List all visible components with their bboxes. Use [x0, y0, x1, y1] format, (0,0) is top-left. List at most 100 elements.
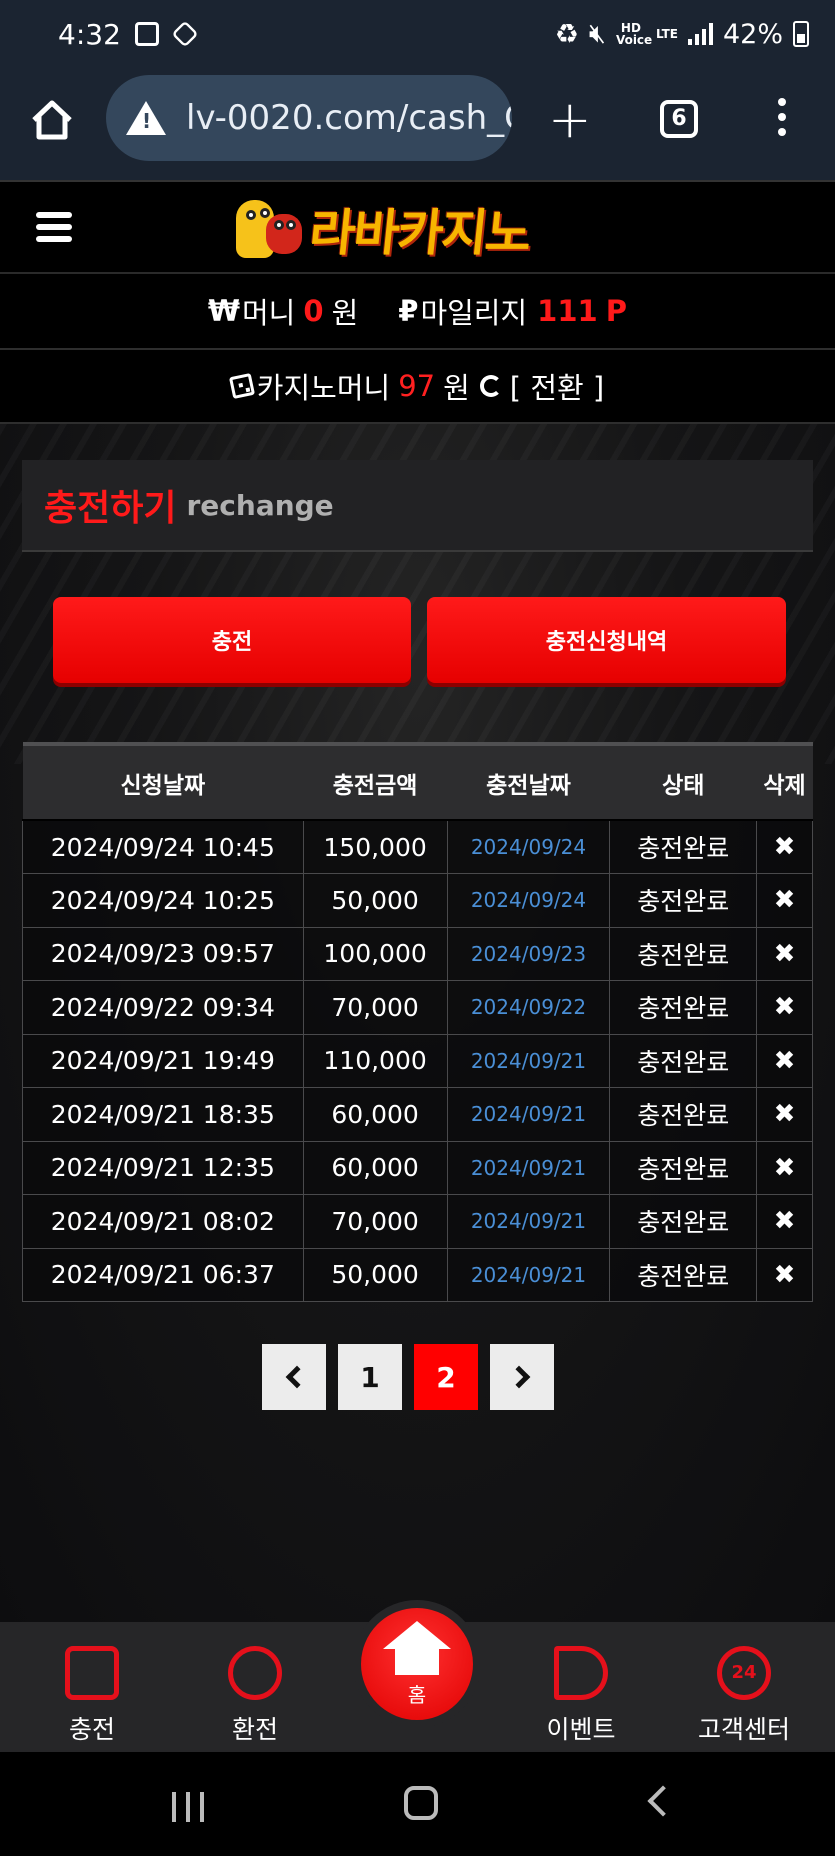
android-home-icon[interactable] — [404, 1786, 438, 1820]
delete-icon[interactable]: ✖ — [756, 1247, 813, 1302]
main-content: 충전하기 rechange 충전 충전신청내역 신청날짜 충전금액 충전날짜 상… — [0, 424, 835, 1622]
house-icon — [383, 1620, 451, 1649]
table-row: 2024/09/21 08:02 70,000 2024/09/21 충전완료 ✖ — [22, 1194, 813, 1249]
convert-button[interactable]: [ 전환 ] — [510, 365, 604, 407]
cell-request-date: 2024/09/24 10:25 — [22, 873, 304, 928]
cell-amount: 50,000 — [302, 873, 448, 928]
refresh-icon[interactable] — [479, 375, 502, 397]
cell-charge-date: 2024/09/24 — [446, 873, 611, 928]
header-amount: 충전금액 — [303, 742, 448, 821]
cell-amount: 110,000 — [302, 1033, 448, 1088]
money-label: 머니 — [242, 296, 296, 330]
table-row: 2024/09/22 09:34 70,000 2024/09/22 충전완료 ✖ — [22, 980, 813, 1035]
cell-amount: 70,000 — [302, 980, 448, 1035]
delete-icon[interactable]: ✖ — [756, 1194, 813, 1249]
address-bar[interactable]: lv-0020.com/cash_C — [106, 75, 512, 161]
status-bar: 4:32 ♻ 🔇︎ HD Voice LTE 42% — [0, 0, 835, 68]
cell-amount: 60,000 — [302, 1140, 448, 1195]
table-row: 2024/09/21 19:49 110,000 2024/09/21 충전완료 ✖ — [22, 1033, 813, 1088]
nav-charge[interactable]: 충전 — [22, 1646, 162, 1746]
cell-request-date: 2024/09/21 18:35 — [22, 1087, 304, 1142]
mileage-unit: P — [605, 294, 627, 328]
next-page-button[interactable] — [490, 1344, 554, 1410]
cell-request-date: 2024/09/24 10:45 — [22, 819, 304, 874]
hd-voice-icon: HD Voice — [615, 21, 653, 47]
recycle-icon: ♻ — [554, 18, 579, 50]
mileage-icon: ₽ — [398, 294, 419, 328]
browser-toolbar: lv-0020.com/cash_C + 6 — [0, 68, 835, 180]
chevron-right-icon — [507, 1365, 531, 1389]
cell-charge-date: 2024/09/21 — [446, 1247, 611, 1302]
table-row: 2024/09/24 10:45 150,000 2024/09/24 충전완료 ✖ — [22, 819, 813, 874]
cell-status: 충전완료 — [609, 980, 758, 1035]
warning-icon — [126, 101, 166, 135]
table-row: 2024/09/21 18:35 60,000 2024/09/21 충전완료 ✖ — [22, 1087, 813, 1142]
nav-exchange[interactable]: 환전 — [185, 1646, 325, 1746]
cell-status: 충전완료 — [609, 1087, 758, 1142]
tab-switcher-button[interactable]: 6 — [660, 100, 698, 138]
prev-page-button[interactable] — [262, 1344, 326, 1410]
casino-value: 97 — [398, 369, 436, 403]
cell-status: 충전완료 — [609, 873, 758, 928]
header-status: 상태 — [609, 742, 757, 821]
url-text: lv-0020.com/cash_C — [186, 98, 512, 138]
site-header: 라바카지노 — [0, 180, 835, 274]
won-icon: ₩ — [208, 294, 240, 328]
nav-exchange-label: 환전 — [231, 1715, 278, 1744]
more-menu-icon[interactable] — [778, 98, 786, 143]
box-icon — [171, 20, 199, 48]
charge-box-icon — [65, 1646, 119, 1700]
cell-charge-date: 2024/09/24 — [446, 819, 611, 874]
cell-status: 충전완료 — [609, 1194, 758, 1249]
logo-text: 라바카지노 — [306, 204, 533, 262]
casino-label: 카지노머니 — [256, 371, 391, 405]
cell-status: 충전완료 — [609, 819, 758, 874]
home-icon[interactable] — [28, 96, 76, 144]
cell-status: 충전완료 — [609, 1140, 758, 1195]
charge-history-button[interactable]: 충전신청내역 — [427, 597, 786, 683]
cell-amount: 50,000 — [302, 1247, 448, 1302]
dice-icon — [228, 372, 255, 400]
page-1-button[interactable]: 1 — [338, 1344, 402, 1410]
table-header-row: 신청날짜 충전금액 충전날짜 상태 삭제 — [22, 742, 813, 821]
nav-support-label: 고객센터 — [697, 1715, 790, 1744]
delete-icon[interactable]: ✖ — [756, 873, 813, 928]
cell-charge-date: 2024/09/21 — [446, 1140, 611, 1195]
charge-button[interactable]: 충전 — [53, 597, 411, 683]
back-icon[interactable] — [647, 1785, 679, 1817]
lte-icon: LTE — [655, 27, 678, 41]
mileage-label: 마일리지 — [420, 296, 528, 330]
money-value: 0 — [303, 294, 324, 328]
delete-icon[interactable]: ✖ — [756, 819, 813, 874]
money-unit: 원 — [331, 296, 359, 330]
page-2-button[interactable]: 2 — [414, 1344, 478, 1410]
cell-request-date: 2024/09/21 19:49 — [22, 1033, 304, 1088]
delete-icon[interactable]: ✖ — [756, 926, 813, 981]
status-time: 4:32 — [58, 17, 121, 51]
casino-balance-row: 카지노머니 97 원 [ 전환 ] — [0, 350, 835, 424]
coin-hand-icon — [228, 1646, 282, 1700]
battery-percent: 42% — [722, 18, 783, 50]
table-row: 2024/09/23 09:57 100,000 2024/09/23 충전완료 ✖ — [22, 926, 813, 981]
cell-request-date: 2024/09/21 06:37 — [22, 1247, 304, 1302]
recent-apps-icon[interactable] — [172, 1792, 204, 1822]
cell-charge-date: 2024/09/21 — [446, 1194, 611, 1249]
nav-event[interactable]: 이벤트 — [511, 1646, 651, 1746]
cell-charge-date: 2024/09/21 — [446, 1033, 611, 1088]
delete-icon[interactable]: ✖ — [756, 1140, 813, 1195]
cell-request-date: 2024/09/23 09:57 — [22, 926, 304, 981]
nav-home-button[interactable]: 홈 — [353, 1600, 481, 1728]
site-logo[interactable]: 라바카지노 — [228, 192, 612, 266]
table-row: 2024/09/21 12:35 60,000 2024/09/21 충전완료 ✖ — [22, 1140, 813, 1195]
new-tab-icon[interactable]: + — [548, 94, 592, 146]
menu-icon[interactable] — [36, 212, 72, 248]
delete-icon[interactable]: ✖ — [756, 980, 813, 1035]
nav-support[interactable]: 24 고객센터 — [674, 1646, 814, 1746]
casino-unit: 원 — [443, 371, 470, 405]
mute-icon: 🔇︎ — [588, 18, 606, 49]
delete-icon[interactable]: ✖ — [756, 1087, 813, 1142]
page-title-english: rechange — [186, 488, 334, 522]
delete-icon[interactable]: ✖ — [756, 1033, 813, 1088]
cell-status: 충전완료 — [609, 926, 758, 981]
pagination: 1 2 — [262, 1344, 554, 1410]
